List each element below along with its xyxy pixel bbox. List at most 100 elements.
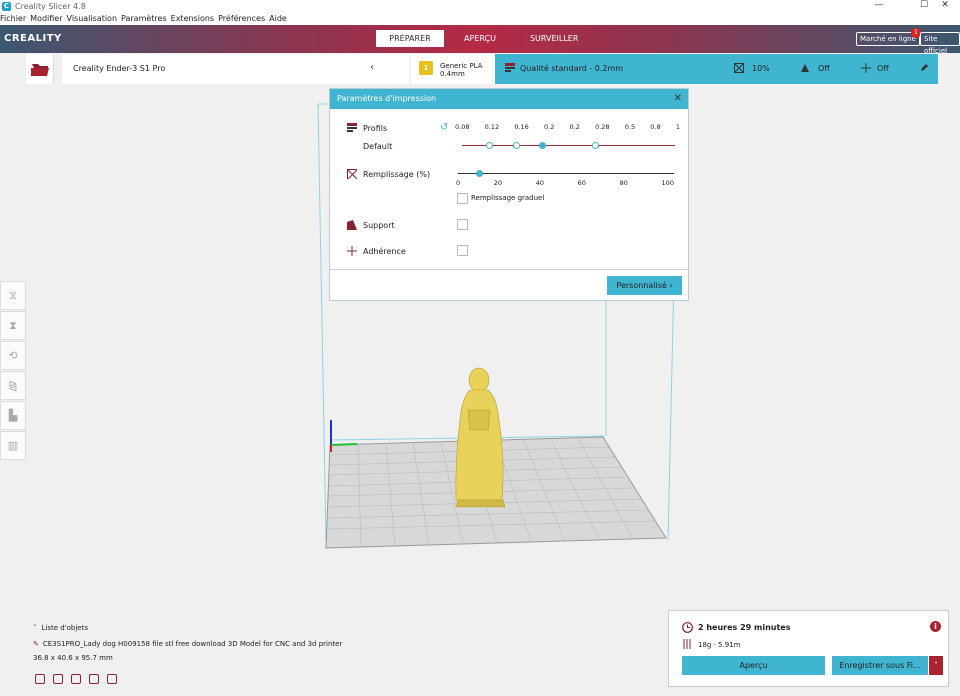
- pencil-icon: [921, 64, 928, 71]
- marketplace-label: Marché en ligne: [860, 35, 916, 43]
- window-title: Creality Slicer 4.8: [15, 1, 86, 11]
- support-row: Support: [347, 220, 395, 230]
- tab-preview[interactable]: APERÇU: [450, 30, 510, 47]
- rotate-tool-button[interactable]: ⟲: [0, 341, 26, 370]
- adhesion-label: Off: [877, 63, 889, 73]
- support-blocker-button[interactable]: ▥: [0, 431, 26, 460]
- view-buttons: [35, 674, 125, 684]
- view-right-icon[interactable]: [107, 674, 117, 684]
- slider-stop[interactable]: [592, 142, 599, 149]
- minimize-button[interactable]: —: [864, 0, 894, 12]
- slider-stop[interactable]: [486, 142, 493, 149]
- menu-visualisation[interactable]: Visualisation: [67, 14, 118, 23]
- infill-handle[interactable]: [476, 170, 483, 177]
- profiles-label: Profils: [363, 123, 388, 133]
- toolbar: Creality Ender-3 S1 Pro ‹ 1 Generic PLA …: [26, 54, 938, 84]
- print-time: 2 heures 29 minutes: [698, 623, 791, 632]
- edit-settings-button[interactable]: [920, 63, 929, 72]
- support-checkbox[interactable]: [457, 219, 468, 230]
- object-list-toggle[interactable]: ˄ Liste d'objets: [33, 624, 342, 632]
- layer-value: 0.2: [544, 123, 555, 131]
- gradual-infill-label: Remplissage graduel: [471, 194, 545, 202]
- layer-value: 0.5: [624, 123, 636, 131]
- save-to-file-button[interactable]: Enregistrer sous Fi...: [832, 656, 928, 675]
- menu-preferences[interactable]: Préférences: [218, 14, 265, 23]
- infill-tick: 80: [619, 179, 628, 187]
- gradual-infill-checkbox[interactable]: [457, 193, 468, 204]
- adhesion-checkbox[interactable]: [457, 245, 468, 256]
- folder-icon: [31, 64, 49, 76]
- profiles-default: Default: [363, 142, 393, 151]
- support-label: Off: [818, 63, 830, 73]
- view-3d-icon[interactable]: [35, 674, 45, 684]
- chevron-down-icon: ˅: [934, 661, 938, 670]
- tab-monitor[interactable]: SURVEILLER: [516, 30, 592, 47]
- layer-value: 0.28: [595, 123, 610, 131]
- view-front-icon[interactable]: [53, 674, 63, 684]
- marketplace-button[interactable]: Marché en ligne 1: [856, 28, 921, 46]
- tab-prepare[interactable]: PRÉPARER: [376, 30, 444, 47]
- layer-height-slider[interactable]: [462, 141, 675, 151]
- menu-aide[interactable]: Aide: [269, 14, 287, 23]
- material-type: Generic PLA: [440, 62, 483, 70]
- per-model-settings-button[interactable]: ▙: [0, 401, 26, 430]
- mirror-tool-button[interactable]: ⧎: [0, 371, 26, 400]
- menu-extensions[interactable]: Extensions: [171, 14, 214, 23]
- reset-icon[interactable]: ↺: [440, 122, 448, 133]
- app-icon: C: [2, 1, 11, 11]
- view-top-icon[interactable]: [71, 674, 81, 684]
- close-window-button[interactable]: ✕: [930, 0, 960, 12]
- slider-stop[interactable]: [513, 142, 520, 149]
- adhesion-row: Adhérence: [347, 246, 406, 256]
- object-list-label: Liste d'objets: [41, 624, 89, 632]
- layer-value: 0.12: [484, 123, 500, 131]
- print-settings-bar[interactable]: Qualité standard - 0.2mm 10% Off Off: [495, 54, 938, 84]
- menu-modifier[interactable]: Modifier: [30, 14, 62, 23]
- scale-icon: ⧗: [9, 318, 17, 332]
- open-file-button[interactable]: [26, 54, 54, 84]
- layer-value: 0.16: [514, 123, 529, 131]
- move-tool-button[interactable]: ⧖: [0, 281, 26, 310]
- infill-track: [458, 173, 674, 174]
- chevron-up-icon: ˄: [33, 624, 37, 632]
- scale-tool-button[interactable]: ⧗: [0, 311, 26, 340]
- printer-selector[interactable]: Creality Ender-3 S1 Pro ‹: [62, 54, 409, 84]
- profile-icon: [347, 123, 357, 132]
- custom-button-label: Personnalisé: [616, 281, 667, 290]
- clock-icon: [682, 622, 693, 633]
- material-name: Generic PLA 0.4mm: [440, 62, 482, 78]
- menu-bar: Fichier Modifier Visualisation Paramètre…: [0, 12, 960, 25]
- official-site-button[interactable]: Site officiel: [920, 32, 960, 55]
- nozzle-size: 0.4mm: [440, 70, 465, 78]
- infill-tick: 60: [577, 179, 586, 187]
- rotate-icon: ⟲: [8, 349, 18, 362]
- profile-summary[interactable]: Qualité standard - 0.2mm: [505, 63, 623, 73]
- preview-button[interactable]: Aperçu: [682, 656, 825, 675]
- view-left-icon[interactable]: [89, 674, 99, 684]
- custom-settings-button[interactable]: Personnalisé ›: [607, 276, 682, 295]
- spool-icon: 1: [419, 61, 433, 75]
- layer-value: 0.8: [650, 123, 661, 131]
- close-icon[interactable]: ✕: [674, 89, 682, 109]
- info-icon[interactable]: i: [930, 621, 941, 632]
- adhesion-summary[interactable]: Off: [861, 63, 889, 73]
- save-options-dropdown[interactable]: ˅: [929, 656, 943, 675]
- adhesion-icon: [861, 63, 871, 73]
- infill-icon: [347, 169, 357, 179]
- infill-ticks: 0 20 40 60 80 100: [456, 179, 674, 187]
- profile-icon: [505, 63, 515, 72]
- support-label: Support: [363, 220, 395, 230]
- infill-slider[interactable]: [458, 169, 674, 179]
- panel-divider: [330, 269, 688, 270]
- infill-tick: 40: [535, 179, 545, 187]
- printer-name: Creality Ender-3 S1 Pro: [73, 64, 166, 73]
- pencil-icon[interactable]: ✎: [33, 640, 39, 648]
- panel-header: Paramètres d'impression ✕: [330, 89, 688, 109]
- support-summary[interactable]: Off: [800, 63, 830, 73]
- mirror-icon: ⧎: [8, 379, 18, 392]
- menu-fichier[interactable]: Fichier: [0, 14, 26, 23]
- slider-handle[interactable]: [539, 142, 546, 149]
- infill-summary[interactable]: 10%: [734, 63, 770, 73]
- header: CREALITY PRÉPARER APERÇU SURVEILLER Marc…: [0, 25, 960, 55]
- menu-parametres[interactable]: Paramètres: [121, 14, 167, 23]
